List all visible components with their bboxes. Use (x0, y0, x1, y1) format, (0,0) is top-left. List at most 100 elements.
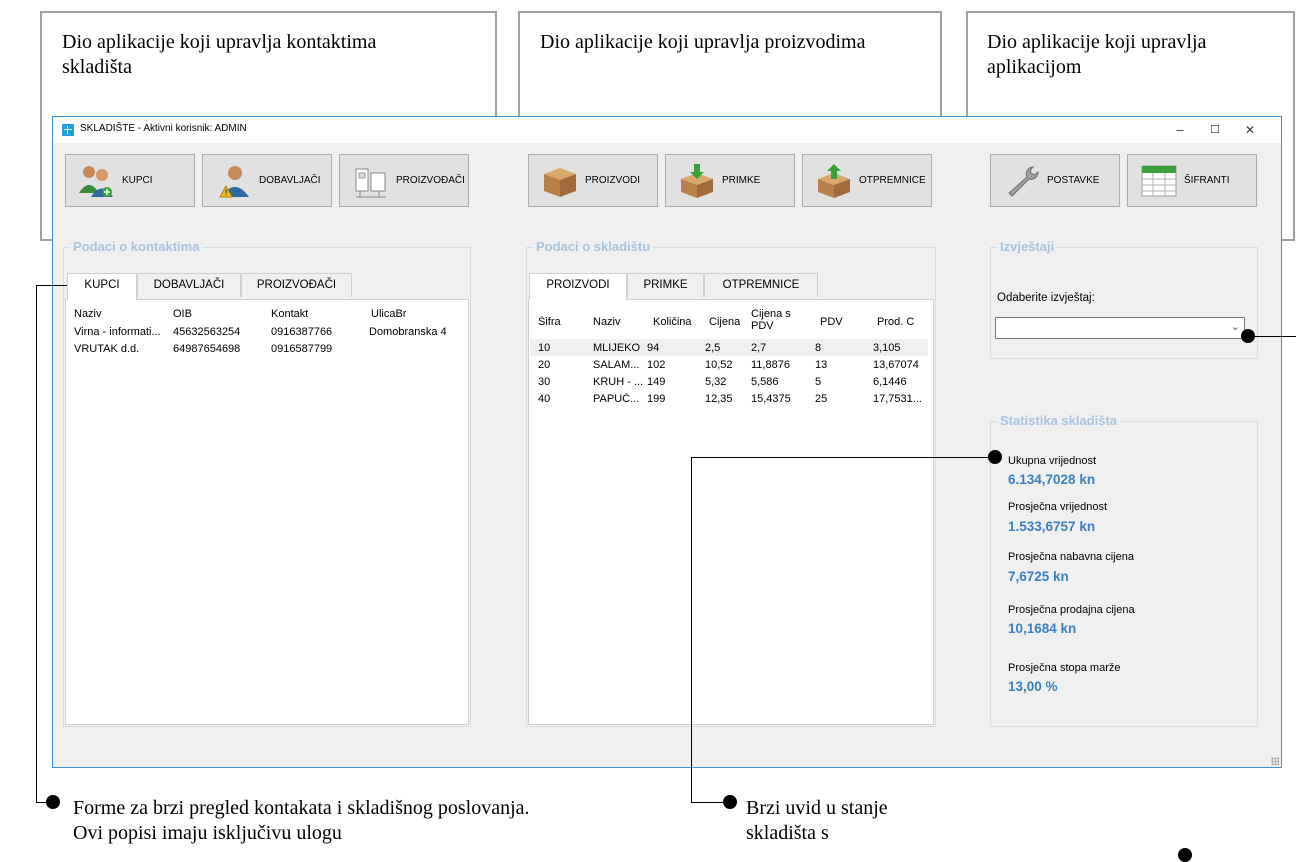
kupci-label: KUPCI (122, 175, 153, 186)
close-button[interactable]: ✕ (1235, 121, 1265, 139)
tab-kupci[interactable]: KUPCI (67, 273, 137, 300)
contacts-col-oib[interactable]: OIB (173, 308, 192, 320)
contacts-col-kontakt[interactable]: Kontakt (271, 308, 308, 320)
proizvodi-label: PROIZVODI (585, 175, 641, 186)
products-col-kolicina[interactable]: Količina (653, 316, 692, 328)
stat-value-purchase: 7,6725 kn (1008, 569, 1069, 584)
warehouse-group-title: Podaci o skladištu (533, 239, 654, 254)
otpremnice-button[interactable]: OTPREMNICE (802, 154, 932, 207)
callout-dot (723, 795, 737, 809)
sifranti-button[interactable]: ŠIFRANTI (1127, 154, 1257, 207)
contacts-group-title: Podaci o kontaktima (70, 239, 203, 254)
primke-button[interactable]: PRIMKE (665, 154, 795, 207)
callout-line (36, 285, 37, 803)
products-cell: MLIJEKO (593, 342, 641, 354)
reports-label: Odaberite izvještaj: (997, 292, 1095, 304)
annotation-stats: Brzi uvid u stanje skladišta s (746, 797, 888, 844)
supplier-icon: ! (219, 166, 249, 198)
otpremnice-label: OTPREMNICE (859, 175, 926, 186)
annotation-contacts: Dio aplikacije koji upravlja kontaktima … (62, 31, 377, 78)
minimize-button[interactable]: – (1165, 121, 1195, 139)
customer-icon (79, 166, 113, 197)
contacts-cell: Virna - informati... (74, 326, 161, 338)
kupci-button[interactable]: KUPCI (65, 154, 195, 207)
products-cell: 12,35 (705, 393, 733, 405)
callout-line (1255, 336, 1296, 337)
products-row-highlight (530, 339, 928, 356)
tab-otpremnice[interactable]: OTPREMNICE (704, 273, 818, 297)
products-cell: 3,105 (873, 342, 901, 354)
resize-grip-icon[interactable] (1271, 757, 1279, 765)
tab-proizvodi[interactable]: PROIZVODI (529, 273, 627, 300)
contacts-cell: Domobranska 4 (369, 326, 447, 338)
contacts-col-ulicabr[interactable]: UlicaBr (371, 308, 406, 320)
dobavljaci-button[interactable]: ! DOBAVLJAČI (202, 154, 332, 207)
contacts-cell: VRUTAK d.d. (74, 343, 140, 355)
products-cell: 10,52 (705, 359, 733, 371)
stat-label-purchase: Prosječna nabavna cijena (1008, 551, 1134, 563)
products-cell: 2,7 (751, 342, 767, 354)
tab-dobavljaci[interactable]: DOBAVLJAČI (137, 273, 241, 297)
products-cell: 11,8876 (751, 359, 790, 371)
products-cell: 20 (538, 359, 551, 371)
products-col-pdv[interactable]: PDV (820, 316, 843, 328)
proizvodaci-label: PROIZVOĐAČI (396, 175, 465, 186)
products-cell: 8 (815, 342, 822, 354)
title-bar: SKLADIŠTE - Aktivni korisnik: ADMIN – ☐ … (53, 117, 1281, 143)
products-cell: 5,32 (705, 376, 727, 388)
contacts-list[interactable]: Naziv OIB Kontakt UlicaBr Virna - inform… (65, 299, 469, 725)
products-cell: 15,4375 (751, 393, 791, 405)
products-cell: 13,67074 (873, 359, 919, 371)
contacts-cell: 0916587799 (271, 343, 333, 355)
table-icon (1141, 165, 1177, 197)
contacts-col-naziv[interactable]: Naziv (74, 308, 102, 320)
callout-line (691, 457, 692, 803)
callout-dot (988, 450, 1002, 464)
reports-group-title: Izvještaji (997, 239, 1058, 254)
stat-value-margin: 13,00 % (1008, 679, 1058, 694)
box-icon (544, 168, 576, 197)
proizvodaci-button[interactable]: PROIZVOĐAČI (339, 154, 469, 207)
products-col-naziv[interactable]: Naziv (593, 316, 621, 328)
products-cell: 102 (647, 359, 666, 371)
products-cell: 199 (647, 393, 666, 405)
products-col-cijena[interactable]: Cijena (709, 316, 740, 328)
products-cell: 149 (647, 376, 666, 388)
products-cell: 25 (815, 393, 828, 405)
products-cell: 94 (647, 342, 660, 354)
report-select[interactable]: ⌄ (995, 317, 1245, 339)
tab-proizvodaci[interactable]: PROIZVOĐAČI (241, 273, 352, 297)
stats-group-title: Statistika skladišta (997, 413, 1121, 428)
proizvodi-button[interactable]: PROIZVODI (528, 154, 658, 207)
products-cell: KRUH - ... (593, 376, 644, 388)
products-cell: 17,7531... (873, 393, 922, 405)
box-out-icon (818, 164, 850, 198)
callout-line (691, 457, 994, 458)
contacts-cell: 64987654698 (173, 343, 241, 355)
products-cell: 13 (815, 359, 828, 371)
tab-primke[interactable]: PRIMKE (627, 273, 704, 297)
stat-value-average: 1.533,6757 kn (1008, 519, 1096, 534)
chevron-down-icon: ⌄ (1230, 321, 1240, 333)
products-col-prodc[interactable]: Prod. C (877, 316, 914, 328)
products-col-cijena-pdv[interactable]: Cijena s PDV (751, 308, 791, 332)
postavke-label: POSTAVKE (1047, 175, 1100, 186)
products-cell: PAPUČ... (593, 393, 640, 405)
products-cell: 5,586 (751, 376, 779, 388)
maximize-button[interactable]: ☐ (1200, 121, 1230, 139)
app-grid-icon (62, 124, 74, 136)
svg-text:!: ! (225, 189, 228, 198)
stats-group: Statistika skladišta Ukupna vrijednost 6… (990, 413, 1258, 727)
reports-group: Izvještaji Odaberite izvještaj: ⌄ (990, 239, 1258, 359)
products-cell: 5 (815, 376, 822, 388)
annotation-lists: Forme za brzi pregled kontakata i skladi… (73, 797, 530, 844)
products-list[interactable]: Šifra Naziv Količina Cijena Cijena s PDV… (528, 299, 934, 725)
dobavljaci-label: DOBAVLJAČI (259, 175, 321, 186)
products-col-sifra[interactable]: Šifra (538, 316, 561, 328)
factory-icon (355, 168, 386, 198)
postavke-button[interactable]: POSTAVKE (990, 154, 1120, 207)
annotation-products: Dio aplikacije koji upravlja proizvodima (540, 31, 866, 53)
callout-dot (1178, 848, 1192, 862)
stat-value-total: 6.134,7028 kn (1008, 472, 1096, 487)
callout-dot (1241, 329, 1255, 343)
